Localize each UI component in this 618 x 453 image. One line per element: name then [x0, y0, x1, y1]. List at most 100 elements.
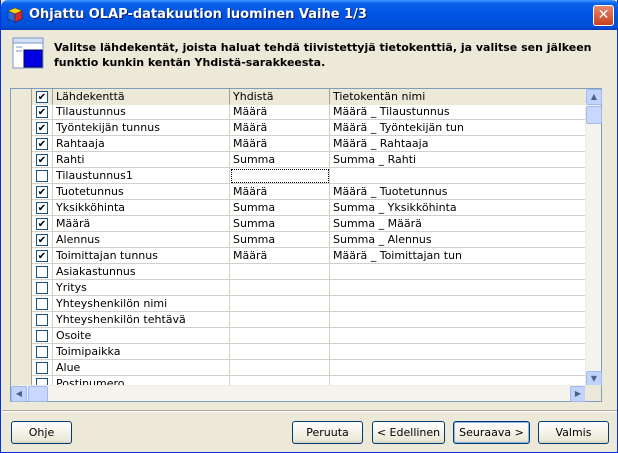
row-selector[interactable]	[11, 136, 32, 152]
row-checkbox[interactable]	[36, 154, 48, 166]
source-field-cell[interactable]: Yhteyshenkilön tehtävä	[53, 312, 230, 328]
row-checkbox-cell[interactable]	[32, 360, 53, 376]
row-selector[interactable]	[11, 328, 32, 344]
row-checkbox-cell[interactable]	[32, 264, 53, 280]
table-row[interactable]: Alue	[11, 360, 586, 376]
source-field-cell[interactable]: Tilaustunnus1	[53, 168, 230, 184]
row-checkbox-cell[interactable]	[32, 296, 53, 312]
combine-function-cell[interactable]: Summa	[230, 216, 330, 232]
scroll-left-icon[interactable]: ◀	[11, 386, 27, 402]
select-all-header[interactable]	[32, 89, 53, 105]
row-checkbox-cell[interactable]	[32, 280, 53, 296]
row-checkbox-cell[interactable]	[32, 200, 53, 216]
row-selector[interactable]	[11, 200, 32, 216]
next-button[interactable]: Seuraava >	[453, 421, 530, 444]
row-checkbox-cell[interactable]	[32, 104, 53, 120]
source-field-cell[interactable]: Tuotetunnus	[53, 184, 230, 200]
row-checkbox-cell[interactable]	[32, 344, 53, 360]
table-row[interactable]: Työntekijän tunnusMääräMäärä _ Työntekij…	[11, 120, 586, 136]
horizontal-scroll-thumb[interactable]	[28, 386, 48, 402]
row-checkbox-cell[interactable]	[32, 232, 53, 248]
combine-function-cell[interactable]: Määrä	[230, 120, 330, 136]
data-field-name-cell[interactable]: Määrä _ Tuotetunnus	[330, 184, 586, 200]
data-field-name-cell[interactable]: Määrä _ Tilaustunnus	[330, 104, 586, 120]
combine-function-cell[interactable]	[230, 280, 330, 296]
data-field-name-cell[interactable]: Summa _ Määrä	[330, 216, 586, 232]
table-row[interactable]: RahtaajaMääräMäärä _ Rahtaaja	[11, 136, 586, 152]
scroll-right-icon[interactable]: ▶	[570, 386, 586, 402]
row-checkbox-cell[interactable]	[32, 184, 53, 200]
row-checkbox-cell[interactable]	[32, 168, 53, 184]
table-row[interactable]: Tilaustunnus1	[11, 168, 586, 184]
combine-function-cell[interactable]: Määrä	[230, 184, 330, 200]
row-checkbox-cell[interactable]	[32, 248, 53, 264]
help-button[interactable]: Ohje	[11, 421, 72, 444]
row-checkbox[interactable]	[36, 314, 48, 326]
row-selector[interactable]	[11, 280, 32, 296]
data-field-name-cell[interactable]	[330, 264, 586, 280]
source-field-cell[interactable]: Alennus	[53, 232, 230, 248]
row-selector[interactable]	[11, 216, 32, 232]
row-selector[interactable]	[11, 264, 32, 280]
row-checkbox[interactable]	[36, 138, 48, 150]
table-row[interactable]: YksikköhintaSummaSumma _ Yksikköhinta	[11, 200, 586, 216]
data-field-name-cell[interactable]: Määrä _ Toimittajan tun	[330, 248, 586, 264]
row-checkbox[interactable]	[36, 218, 48, 230]
source-field-cell[interactable]: Rahtaaja	[53, 136, 230, 152]
table-row[interactable]: AlennusSummaSumma _ Alennus	[11, 232, 586, 248]
back-button[interactable]: < Edellinen	[372, 421, 445, 444]
data-field-name-cell[interactable]	[330, 280, 586, 296]
row-checkbox[interactable]	[36, 234, 48, 246]
table-row[interactable]: Yhteyshenkilön nimi	[11, 296, 586, 312]
row-checkbox-cell[interactable]	[32, 152, 53, 168]
table-row[interactable]: Osoite	[11, 328, 586, 344]
row-checkbox[interactable]	[36, 362, 48, 374]
vertical-scrollbar[interactable]: ▲ ▼	[585, 89, 602, 387]
combine-function-cell[interactable]: Määrä	[230, 248, 330, 264]
combine-function-cell[interactable]: Summa	[230, 232, 330, 248]
row-selector[interactable]	[11, 312, 32, 328]
row-checkbox[interactable]	[36, 186, 48, 198]
horizontal-scrollbar[interactable]: ◀ ▶	[11, 385, 586, 402]
source-field-cell[interactable]: Määrä	[53, 216, 230, 232]
column-header-combine[interactable]: Yhdistä	[230, 89, 330, 105]
combine-function-cell[interactable]: Summa	[230, 152, 330, 168]
row-checkbox-cell[interactable]	[32, 136, 53, 152]
finish-button[interactable]: Valmis	[538, 421, 609, 444]
combine-function-cell[interactable]	[230, 168, 330, 184]
row-checkbox[interactable]	[36, 282, 48, 294]
scroll-thumb[interactable]	[586, 106, 602, 124]
row-checkbox[interactable]	[36, 106, 48, 118]
combine-function-cell[interactable]	[230, 312, 330, 328]
title-bar[interactable]: Ohjattu OLAP-datakuution luominen Vaihe …	[1, 0, 618, 30]
data-field-name-cell[interactable]: Summa _ Alennus	[330, 232, 586, 248]
column-header-name[interactable]: Tietokentän nimi	[330, 89, 586, 105]
source-field-cell[interactable]: Alue	[53, 360, 230, 376]
row-checkbox[interactable]	[36, 330, 48, 342]
data-field-name-cell[interactable]	[330, 344, 586, 360]
data-field-name-cell[interactable]: Summa _ Rahti	[330, 152, 586, 168]
source-field-cell[interactable]: Osoite	[53, 328, 230, 344]
data-field-name-cell[interactable]	[330, 360, 586, 376]
combine-function-cell[interactable]	[230, 360, 330, 376]
row-checkbox-cell[interactable]	[32, 328, 53, 344]
column-header-source[interactable]: Lähdekenttä	[53, 89, 230, 105]
scroll-up-icon[interactable]: ▲	[586, 89, 602, 105]
table-row[interactable]: TilaustunnusMääräMäärä _ Tilaustunnus	[11, 104, 586, 120]
combine-function-cell[interactable]	[230, 264, 330, 280]
row-checkbox[interactable]	[36, 122, 48, 134]
combine-function-cell[interactable]: Määrä	[230, 104, 330, 120]
row-selector[interactable]	[11, 120, 32, 136]
source-field-cell[interactable]: Yritys	[53, 280, 230, 296]
source-field-cell[interactable]: Yksikköhinta	[53, 200, 230, 216]
source-field-cell[interactable]: Toimittajan tunnus	[53, 248, 230, 264]
data-field-name-cell[interactable]: Määrä _ Rahtaaja	[330, 136, 586, 152]
row-checkbox-cell[interactable]	[32, 312, 53, 328]
row-checkbox-cell[interactable]	[32, 216, 53, 232]
row-selector[interactable]	[11, 168, 32, 184]
combine-function-cell[interactable]	[230, 296, 330, 312]
table-row[interactable]: Toimittajan tunnusMääräMäärä _ Toimittaj…	[11, 248, 586, 264]
data-field-name-cell[interactable]: Määrä _ Työntekijän tun	[330, 120, 586, 136]
combine-function-cell[interactable]: Määrä	[230, 136, 330, 152]
row-selector[interactable]	[11, 296, 32, 312]
